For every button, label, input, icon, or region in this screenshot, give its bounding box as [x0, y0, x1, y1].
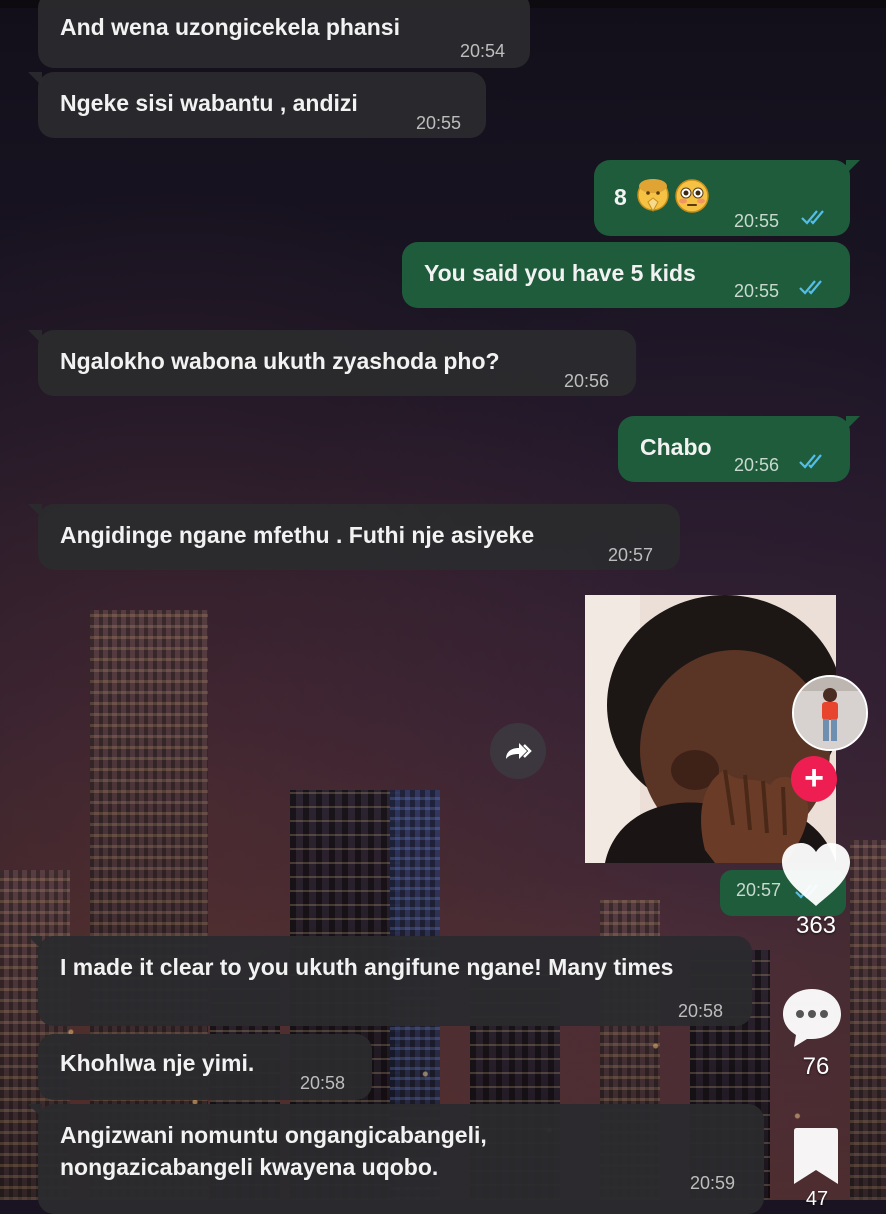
like-count: 363: [795, 912, 837, 939]
message-text-line: nongazicabangeli kwayena uqobo.: [60, 1154, 439, 1180]
message-time: 20:54: [460, 41, 506, 61]
forward-icon: [506, 743, 532, 759]
comment-icon[interactable]: [779, 985, 845, 1051]
message-text: Ngeke sisi wabantu , andizi: [60, 90, 358, 116]
message-text: And wena uzongicekela phansi: [60, 14, 400, 40]
read-receipt-icon: [799, 454, 822, 469]
flushed-face-emoji-icon: [675, 179, 709, 213]
message-bubble-incoming[interactable]: Ngalokho wabona ukuth zyashoda pho? 20:5…: [28, 330, 636, 396]
message-bubble-incoming[interactable]: Ngeke sisi wabantu , andizi 20:55: [28, 72, 486, 138]
message-text: Angidinge ngane mfethu . Futhi nje asiye…: [60, 522, 535, 548]
message-time: 20:55: [416, 113, 462, 133]
forward-button[interactable]: [490, 723, 546, 779]
message-time: 20:58: [678, 1001, 724, 1021]
message-time: 20:57: [608, 545, 654, 565]
message-text: 8: [614, 184, 627, 210]
message-time: 20:58: [300, 1073, 346, 1093]
message-text: Ngalokho wabona ukuth zyashoda pho?: [60, 348, 500, 374]
bubble-tail: [28, 1104, 42, 1118]
message-time: 20:59: [690, 1173, 736, 1193]
message-bubble-incoming[interactable]: And wena uzongicekela phansi 20:54: [38, 0, 530, 68]
creator-avatar[interactable]: [792, 675, 868, 751]
message-bubble-outgoing[interactable]: 8 20:55: [594, 160, 860, 236]
message-text: Chabo: [640, 434, 712, 460]
comment-count: 76: [802, 1053, 830, 1080]
bubble-tail: [846, 416, 860, 430]
read-receipt-icon: [799, 280, 822, 295]
bubble-tail: [28, 72, 42, 86]
message-bubble-outgoing[interactable]: Chabo 20:56: [618, 416, 860, 482]
message-bubble-incoming[interactable]: I made it clear to you ukuth angifune ng…: [28, 936, 752, 1026]
message-text: You said you have 5 kids: [424, 260, 696, 286]
heart-icon[interactable]: [778, 840, 854, 910]
message-time: 20:55: [734, 281, 780, 301]
praying-face-emoji-icon: [637, 179, 669, 213]
message-text: Khohlwa nje yimi.: [60, 1050, 255, 1076]
bookmark-icon[interactable]: [791, 1124, 841, 1188]
message-bubble-incoming[interactable]: Angidinge ngane mfethu . Futhi nje asiye…: [28, 504, 680, 570]
message-time: 20:55: [734, 211, 780, 231]
avatar-image: [794, 677, 866, 749]
bubble-tail: [846, 160, 860, 174]
message-text-line: Angizwani nomuntu ongangicabangeli,: [60, 1122, 487, 1148]
message-bubble-incoming[interactable]: Angizwani nomuntu ongangicabangeli, nong…: [28, 1104, 764, 1214]
message-bubble-outgoing[interactable]: You said you have 5 kids 20:55: [402, 242, 850, 308]
bubble-tail: [28, 504, 42, 518]
bubble-tail: [28, 936, 42, 950]
message-text: I made it clear to you ukuth angifune ng…: [60, 954, 674, 980]
message-time: 20:56: [734, 455, 780, 475]
bubble-tail: [28, 330, 42, 344]
follow-button[interactable]: +: [791, 756, 837, 802]
message-bubble-incoming[interactable]: Khohlwa nje yimi. 20:58: [38, 1034, 372, 1100]
read-receipt-icon: [801, 210, 824, 225]
message-time: 20:57: [736, 880, 782, 900]
message-time: 20:56: [564, 371, 610, 391]
